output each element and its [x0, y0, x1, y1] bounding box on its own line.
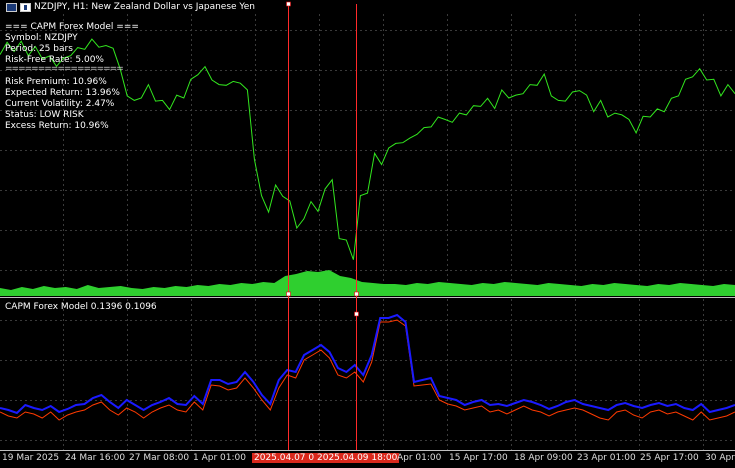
- marker-handle-1-top[interactable]: [286, 1, 291, 7]
- x-axis-label-highlighted: 2025.04.09 18:00: [315, 453, 400, 463]
- chart-window-icon[interactable]: [6, 2, 17, 12]
- capm-status: Status: LOW RISK: [5, 110, 84, 120]
- x-axis-label: 30 Apr: [705, 453, 735, 463]
- capm-header: === CAPM Forex Model ===: [5, 22, 139, 32]
- marker-handle-2-top[interactable]: [354, 311, 359, 317]
- volume-histogram: [0, 270, 735, 296]
- x-axis-label: 15 Apr 17:00: [449, 453, 508, 463]
- x-axis-label: 19 Mar 2025: [2, 453, 60, 463]
- capm-period: Period: 25 bars: [5, 44, 73, 54]
- x-axis-label: 18 Apr 09:00: [514, 453, 573, 463]
- indicator-main-line: [0, 313, 735, 415]
- capm-current-volatility: Current Volatility: 2.47%: [5, 99, 115, 109]
- marker-handle-1-bottom[interactable]: [286, 291, 291, 297]
- chart-window[interactable]: NZDJPY, H1: New Zealand Dollar vs Japane…: [0, 0, 735, 468]
- x-axis-label: 27 Mar 08:00: [129, 453, 190, 463]
- indicator-signal-line: [0, 319, 735, 421]
- chart-symbol-title: NZDJPY, H1: New Zealand Dollar vs Japane…: [34, 2, 255, 12]
- capm-symbol: Symbol: NZDJPY: [5, 33, 78, 43]
- capm-risk-premium: Risk Premium: 10.96%: [5, 77, 107, 87]
- x-axis-label: 25 Apr 17:00: [640, 453, 699, 463]
- indicator-title: CAPM Forex Model 0.1396 0.1096: [5, 302, 157, 312]
- capm-expected-return: Expected Return: 13.96%: [5, 88, 120, 98]
- chart-title: NZDJPY, H1: New Zealand Dollar vs Japane…: [6, 2, 255, 12]
- grid-lines: [0, 14, 735, 450]
- volume-area: [0, 270, 735, 296]
- marker-handle-2-bottom[interactable]: [354, 291, 359, 297]
- x-axis-label: 1 Apr 01:00: [193, 453, 246, 463]
- x-axis-label: 24 Mar 16:00: [65, 453, 126, 463]
- one-click-trading-icon[interactable]: [20, 2, 31, 12]
- capm-separator: ==================: [5, 64, 124, 74]
- capm-excess-return: Excess Return: 10.96%: [5, 121, 109, 131]
- x-axis-label: Apr 01:00: [397, 453, 442, 463]
- x-axis-label-highlighted: 2025.04.07 01:: [252, 453, 325, 463]
- x-axis-label: 23 Apr 01:00: [577, 453, 636, 463]
